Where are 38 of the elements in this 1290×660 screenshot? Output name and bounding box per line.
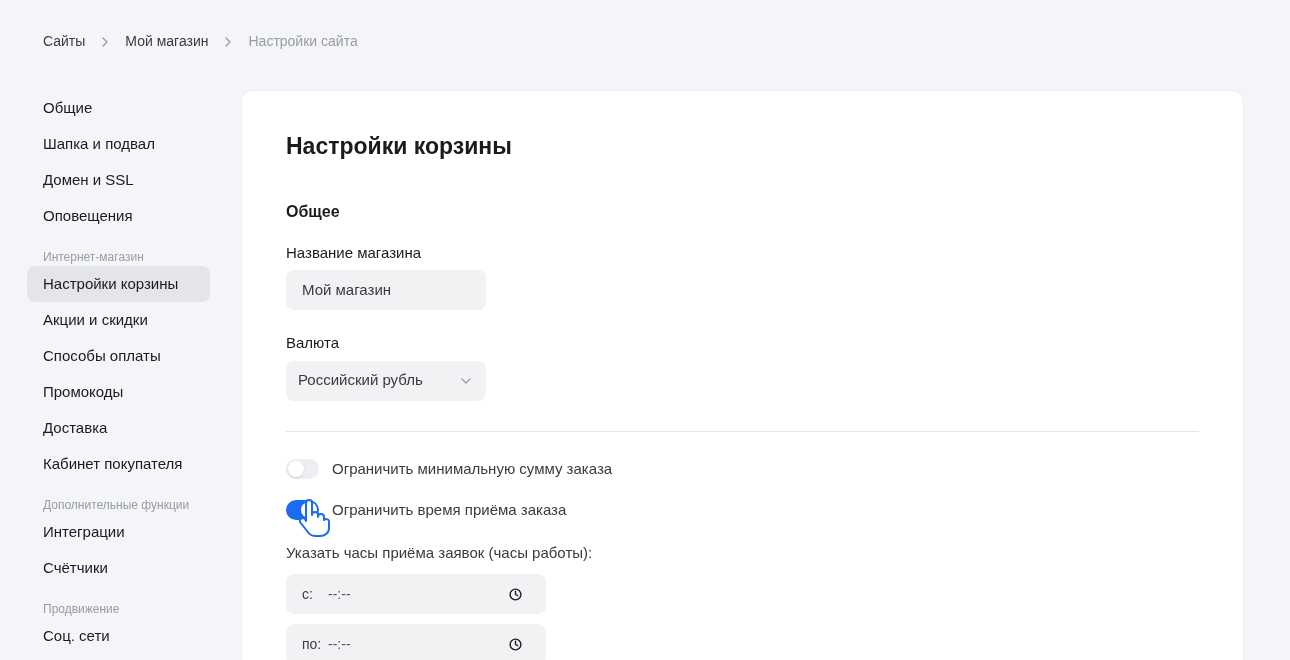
- time-prefix: по:: [302, 634, 323, 654]
- sidebar-item[interactable]: Соц. сети: [27, 618, 210, 654]
- field-label: Валюта: [286, 333, 341, 353]
- toggle-label: Ограничить время приёма заказа: [332, 500, 567, 520]
- sidebar-item[interactable]: Промокоды: [27, 374, 210, 410]
- breadcrumb-link[interactable]: Мой магазин: [125, 31, 209, 52]
- toggle-switch[interactable]: [286, 458, 319, 479]
- sidebar-item[interactable]: Доставка: [27, 410, 210, 446]
- sidebar-item[interactable]: Способы оплаты: [27, 338, 210, 374]
- sidebar-item[interactable]: Домен и SSL: [27, 162, 210, 198]
- sidebar-item[interactable]: Кабинет покупателя: [27, 446, 210, 482]
- sidebar-item[interactable]: Интеграции: [27, 514, 210, 550]
- sidebar-item[interactable]: Шапка и подвал: [27, 126, 210, 162]
- time-input[interactable]: --:--: [328, 633, 509, 655]
- sidebar-item[interactable]: Настройки корзины: [27, 266, 210, 302]
- time-field[interactable]: с: --:--: [286, 574, 546, 614]
- time-field[interactable]: по: --:--: [286, 624, 546, 660]
- sidebar-heading: Дополнительные функции: [42, 497, 191, 514]
- time-input[interactable]: --:--: [328, 583, 509, 605]
- section-title: Общее: [286, 201, 341, 222]
- store-name-field[interactable]: Мой магазин: [286, 270, 486, 310]
- breadcrumb-link[interactable]: Сайты: [43, 31, 86, 52]
- toggle-label: Ограничить минимальную сумму заказа: [332, 458, 613, 479]
- sidebar-item[interactable]: Акции и скидки: [27, 302, 210, 338]
- page-title: Настройки корзины: [286, 132, 513, 161]
- sidebar-item[interactable]: Оповещения: [27, 198, 210, 234]
- select-value: Российский рубль: [298, 370, 423, 391]
- time-prefix: с:: [302, 584, 314, 604]
- hand-pointer-icon: [296, 499, 330, 537]
- sidebar-item[interactable]: Общие: [27, 90, 210, 126]
- sidebar-heading: Интернет-магазин: [42, 249, 145, 266]
- field-label: Название магазина: [286, 242, 423, 263]
- hours-label: Указать часы приёма заявок (часы работы):: [286, 542, 594, 563]
- clock-icon: [509, 637, 522, 651]
- currency-select[interactable]: Российский рубль: [286, 360, 486, 401]
- sidebar-item[interactable]: Счётчики: [27, 550, 210, 586]
- sidebar-heading: Продвижение: [42, 601, 121, 618]
- clock-icon: [509, 587, 522, 601]
